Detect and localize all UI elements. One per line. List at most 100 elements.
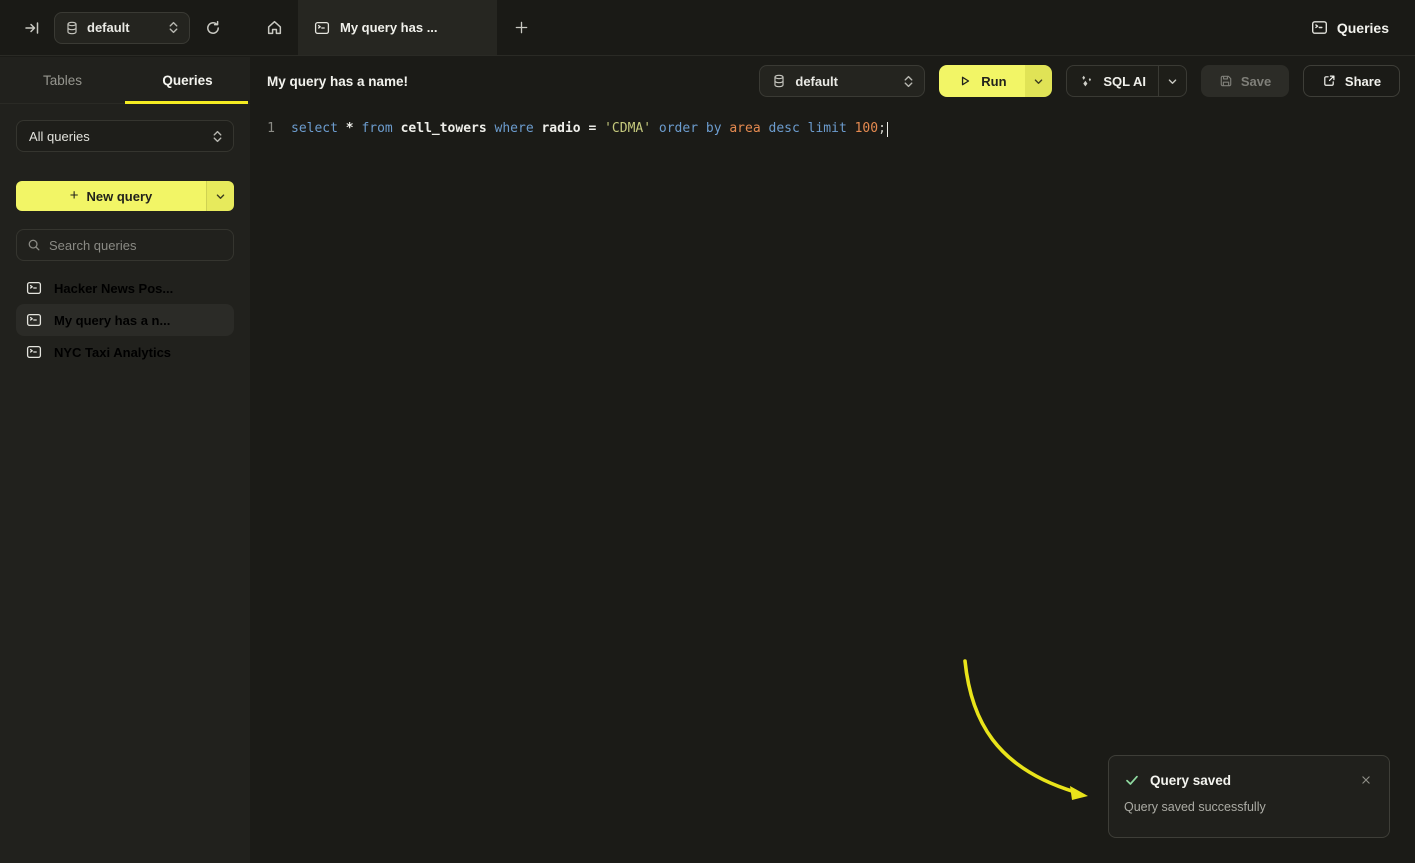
sql-token bbox=[698, 121, 706, 136]
query-item-label: Hacker News Pos... bbox=[54, 281, 173, 296]
close-icon[interactable] bbox=[1357, 771, 1375, 789]
query-item-label: My query has a n... bbox=[54, 313, 170, 328]
sql-token bbox=[761, 121, 769, 136]
queries-indicator[interactable]: Queries bbox=[1311, 0, 1415, 55]
run-dropdown[interactable] bbox=[1025, 65, 1052, 97]
sql-token bbox=[596, 121, 604, 136]
sql-token: 'CDMA' bbox=[604, 121, 651, 136]
sql-token bbox=[651, 121, 659, 136]
box-arrow-icon bbox=[1322, 74, 1336, 88]
toast-header: Query saved bbox=[1124, 771, 1375, 789]
sql-token bbox=[847, 121, 855, 136]
new-query-dropdown[interactable] bbox=[206, 181, 234, 211]
query-list-item[interactable]: My query has a n... bbox=[16, 304, 234, 336]
chevrons-up-down-icon bbox=[212, 130, 223, 143]
search-queries-box bbox=[16, 229, 234, 261]
checkmark-icon bbox=[1124, 772, 1140, 788]
new-query-button[interactable]: + New query bbox=[16, 181, 206, 211]
tab-queries-label: Queries bbox=[162, 73, 212, 88]
sql-token: cell_towers bbox=[401, 121, 487, 136]
run-label: Run bbox=[981, 74, 1006, 89]
database-selector-value: default bbox=[87, 20, 160, 35]
sql-token: ; bbox=[878, 121, 886, 136]
toast-title: Query saved bbox=[1150, 773, 1231, 788]
chevrons-up-down-icon bbox=[903, 75, 914, 88]
database-icon bbox=[772, 74, 786, 88]
top-bar-left: default bbox=[0, 0, 250, 55]
save-button[interactable]: Save bbox=[1201, 65, 1289, 97]
sql-editor[interactable]: 1 select * from cell_towers where radio … bbox=[251, 105, 1415, 139]
share-label: Share bbox=[1345, 74, 1381, 89]
new-query-split-button: + New query bbox=[16, 181, 234, 211]
active-tab-underline bbox=[125, 101, 248, 104]
top-bar: default bbox=[0, 0, 1415, 56]
search-queries-input[interactable] bbox=[49, 238, 225, 253]
sql-token: from bbox=[361, 121, 392, 136]
sidebar-tab-tables[interactable]: Tables bbox=[0, 57, 125, 103]
sql-code: select * from cell_towers where radio = … bbox=[291, 119, 886, 139]
sql-token: limit bbox=[808, 121, 847, 136]
sql-ai-label: SQL AI bbox=[1103, 74, 1146, 89]
tab-tables-label: Tables bbox=[43, 73, 82, 88]
collapse-sidebar-icon[interactable] bbox=[20, 16, 44, 40]
tab-label: My query has ... bbox=[340, 20, 438, 35]
new-tab-plus-icon[interactable] bbox=[497, 0, 545, 55]
main-panel: My query has a name! default bbox=[251, 57, 1415, 863]
queries-indicator-label: Queries bbox=[1337, 20, 1389, 36]
sql-ai-dropdown[interactable] bbox=[1158, 66, 1186, 96]
line-number: 1 bbox=[251, 119, 275, 139]
sql-token: order bbox=[659, 121, 698, 136]
query-controls: default Run bbox=[759, 65, 1400, 97]
chevron-down-icon bbox=[1167, 76, 1178, 87]
run-database-value: default bbox=[795, 74, 894, 89]
sql-token: desc bbox=[769, 121, 800, 136]
database-icon bbox=[65, 21, 79, 35]
chevrons-up-down-icon bbox=[168, 21, 179, 34]
tab-my-query[interactable]: My query has ... bbox=[298, 0, 497, 55]
query-item-label: NYC Taxi Analytics bbox=[54, 345, 171, 360]
toast-message: Query saved successfully bbox=[1124, 800, 1375, 814]
code-line: 1 select * from cell_towers where radio … bbox=[251, 119, 1415, 139]
sparkles-icon bbox=[1079, 74, 1094, 89]
query-list-item[interactable]: Hacker News Pos... bbox=[16, 272, 234, 304]
sql-token: where bbox=[495, 121, 534, 136]
sql-ai-button[interactable]: SQL AI bbox=[1067, 74, 1158, 89]
run-database-selector[interactable]: default bbox=[759, 65, 925, 97]
floppy-disk-icon bbox=[1219, 74, 1233, 88]
database-selector[interactable]: default bbox=[54, 12, 190, 44]
run-button[interactable]: Run bbox=[939, 65, 1025, 97]
sql-token: select bbox=[291, 121, 338, 136]
refresh-icon[interactable] bbox=[200, 15, 226, 41]
run-split-button: Run bbox=[939, 65, 1052, 97]
terminal-icon bbox=[314, 20, 330, 36]
sql-ai-split-button: SQL AI bbox=[1066, 65, 1187, 97]
tab-strip: My query has ... bbox=[250, 0, 545, 55]
query-list: Hacker News Pos... My query has a n... NYC… bbox=[0, 272, 250, 368]
query-list-item[interactable]: NYC Taxi Analytics bbox=[16, 336, 234, 368]
toast-query-saved: Query saved Query saved successfully bbox=[1108, 755, 1390, 838]
sql-token: 100 bbox=[855, 121, 878, 136]
sql-token bbox=[487, 121, 495, 136]
terminal-icon bbox=[26, 344, 42, 360]
sql-token bbox=[800, 121, 808, 136]
terminal-icon bbox=[26, 312, 42, 328]
query-filter-value: All queries bbox=[29, 129, 212, 144]
query-title: My query has a name! bbox=[267, 74, 408, 89]
sidebar-tab-queries[interactable]: Queries bbox=[125, 57, 250, 103]
query-filter-select[interactable]: All queries bbox=[16, 120, 234, 152]
sql-token: by bbox=[706, 121, 722, 136]
query-header: My query has a name! default bbox=[251, 57, 1415, 105]
home-icon[interactable] bbox=[250, 0, 298, 55]
plus-icon: + bbox=[70, 187, 79, 204]
terminal-icon bbox=[26, 280, 42, 296]
sidebar: Tables Queries All queries + New query bbox=[0, 57, 250, 863]
chevron-down-icon bbox=[1033, 76, 1044, 87]
sidebar-tabs: Tables Queries bbox=[0, 57, 250, 104]
sql-token: area bbox=[729, 121, 760, 136]
search-icon bbox=[27, 238, 41, 252]
share-button[interactable]: Share bbox=[1303, 65, 1400, 97]
sql-token bbox=[393, 121, 401, 136]
play-icon bbox=[958, 74, 972, 88]
sql-token: radio bbox=[541, 121, 580, 136]
text-cursor bbox=[887, 122, 889, 137]
